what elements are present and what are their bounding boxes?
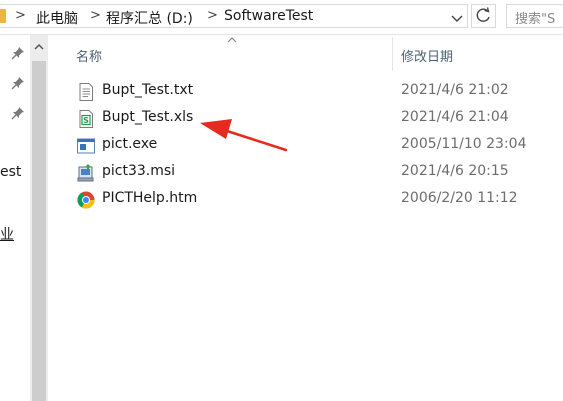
file-date: 2005/11/10 23:04: [401, 136, 527, 152]
file-row[interactable]: Bupt_Test.txt 2021/4/6 21:02: [72, 79, 563, 105]
nav-scrollbar[interactable]: [30, 35, 48, 401]
refresh-button[interactable]: [471, 4, 496, 28]
file-row[interactable]: S Bupt_Test.xls 2021/4/6 21:04: [72, 106, 563, 132]
folder-icon: [0, 9, 6, 23]
nav-item-partial[interactable]: 业: [0, 224, 14, 244]
file-row[interactable]: pict33.msi 2021/4/6 20:15: [72, 160, 563, 186]
chevron-down-icon[interactable]: [448, 9, 466, 27]
file-name[interactable]: Bupt_Test.txt: [102, 82, 193, 98]
file-date: 2021/4/6 21:04: [401, 109, 509, 125]
search-input[interactable]: 搜索"S: [506, 4, 563, 28]
file-date: 2021/4/6 20:15: [401, 163, 509, 179]
file-name[interactable]: pict33.msi: [102, 163, 175, 179]
installer-file-icon: [77, 164, 94, 182]
nav-item-partial[interactable]: est: [0, 164, 21, 180]
file-row[interactable]: PICTHelp.htm 2006/2/20 11:12: [72, 187, 563, 213]
file-name[interactable]: Bupt_Test.xls: [102, 109, 193, 125]
breadcrumb-this-pc[interactable]: 此电脑: [36, 8, 78, 28]
column-header-modified[interactable]: 修改日期: [401, 46, 453, 65]
pin-icon[interactable]: [11, 46, 25, 60]
file-date: 2021/4/6 21:02: [401, 82, 509, 98]
address-bar[interactable]: > 此电脑 > 程序汇总 (D:) > SoftwareTest: [0, 4, 468, 28]
scrollbar-thumb[interactable]: [32, 61, 46, 401]
breadcrumb-separator[interactable]: >: [90, 8, 101, 23]
breadcrumb-drive-d[interactable]: 程序汇总 (D:): [106, 8, 193, 28]
file-list: 名称 修改日期 Bupt_Test.txt 2021/4/6 21:02 S B…: [48, 35, 563, 401]
column-divider[interactable]: [392, 37, 393, 71]
file-row[interactable]: pict.exe 2005/11/10 23:04: [72, 133, 563, 159]
file-name[interactable]: PICTHelp.htm: [102, 190, 197, 206]
column-header-name[interactable]: 名称: [76, 46, 102, 65]
breadcrumb-softwaretest[interactable]: SoftwareTest: [224, 8, 313, 24]
file-date: 2006/2/20 11:12: [401, 190, 518, 206]
chevron-up-icon[interactable]: [33, 41, 45, 53]
chrome-html-icon: [77, 191, 95, 209]
refresh-icon: [476, 7, 490, 22]
sort-ascending-icon: [227, 37, 237, 43]
breadcrumb-separator[interactable]: >: [15, 8, 26, 23]
file-name[interactable]: pict.exe: [102, 136, 157, 152]
address-bar-row: > 此电脑 > 程序汇总 (D:) > SoftwareTest 搜索"S: [0, 0, 563, 35]
text-file-icon: [79, 83, 93, 101]
breadcrumb-separator[interactable]: >: [207, 8, 218, 23]
pin-icon[interactable]: [11, 106, 25, 120]
spreadsheet-file-icon: S: [79, 110, 93, 128]
svg-text:S: S: [83, 116, 89, 125]
pin-icon[interactable]: [11, 76, 25, 90]
navigation-pane: est 业: [0, 35, 30, 401]
search-placeholder: 搜索"S: [515, 12, 556, 27]
exe-file-icon: [77, 138, 95, 154]
